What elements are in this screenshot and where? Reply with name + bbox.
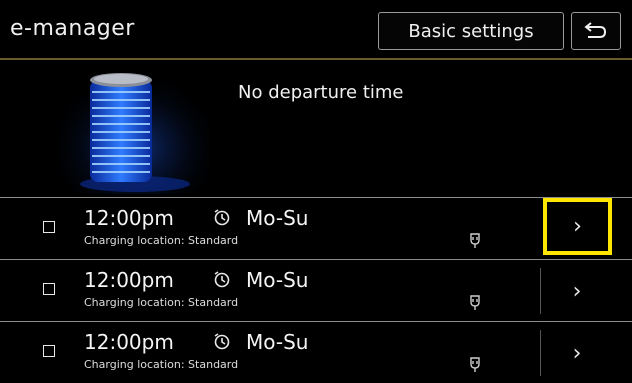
timer-time: 12:00pm [84,206,174,230]
timer-days: Mo-Su [246,330,309,354]
timer-row[interactable]: 12:00pm Mo-Su Charging location: Standar… [0,321,632,383]
back-arrow-icon [584,22,607,38]
clock-icon [214,333,230,350]
row-divider [540,330,541,376]
battery-icon [60,62,210,194]
plug-icon [470,295,480,310]
timer-row[interactable]: 12:00pm Mo-Su Charging location: Standar… [0,259,632,321]
header-bar: e-manager Basic settings [0,0,632,60]
timer-days: Mo-Su [246,268,309,292]
timer-row[interactable]: 12:00pm Mo-Su Charging location: Standar… [0,197,632,259]
timer-time: 12:00pm [84,330,174,354]
timer-details-button[interactable]: › [542,264,612,318]
clock-icon [214,271,230,288]
back-button[interactable] [571,12,621,50]
row-divider [540,268,541,314]
plug-icon [470,357,480,372]
basic-settings-button[interactable]: Basic settings [378,12,564,50]
timer-details-button[interactable]: › [543,198,612,255]
app-title: e-manager [10,16,135,41]
timer-days: Mo-Su [246,206,309,230]
charging-location: Charging location: Standard [84,234,239,247]
timer-checkbox[interactable] [43,221,55,233]
timer-checkbox[interactable] [43,345,55,357]
clock-icon [214,209,230,226]
charging-location: Charging location: Standard [84,358,239,371]
timer-time: 12:00pm [84,268,174,292]
timer-checkbox[interactable] [43,283,55,295]
departure-status-text: No departure time [238,82,404,103]
charging-location: Charging location: Standard [84,296,239,309]
plug-icon [470,233,480,248]
timer-details-button[interactable]: › [542,326,612,380]
